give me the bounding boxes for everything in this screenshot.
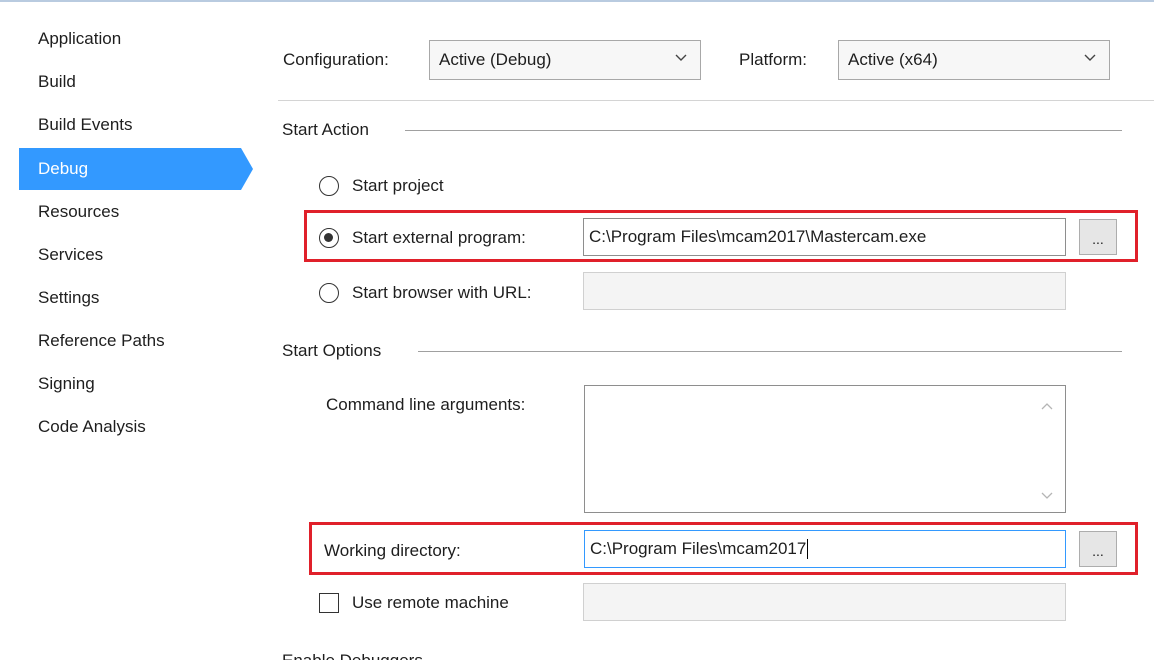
configuration-value: Active (Debug)	[439, 50, 552, 69]
start-options-header: Start Options	[282, 341, 382, 360]
remote-machine-input[interactable]	[583, 583, 1066, 621]
configuration-dropdown[interactable]: Active (Debug)	[429, 40, 701, 80]
platform-dropdown[interactable]: Active (x64)	[838, 40, 1110, 80]
platform-label: Platform:	[739, 50, 808, 69]
chevron-down-icon	[1084, 54, 1096, 61]
use-remote-machine-label[interactable]: Use remote machine	[352, 593, 509, 613]
sidebar-item-build-events[interactable]: Build Events	[19, 104, 241, 146]
header-separator	[278, 100, 1154, 101]
sidebar-item-code-analysis[interactable]: Code Analysis	[19, 406, 241, 448]
sidebar-item-application[interactable]: Application	[19, 18, 241, 60]
sidebar-item-build[interactable]: Build	[19, 61, 241, 103]
sidebar-item-signing[interactable]: Signing	[19, 363, 241, 405]
command-line-textarea[interactable]	[584, 385, 1066, 513]
highlight-box-external-program	[304, 210, 1138, 262]
command-line-label: Command line arguments:	[326, 395, 526, 414]
start-browser-label[interactable]: Start browser with URL:	[352, 283, 532, 303]
start-project-radio[interactable]	[319, 176, 339, 196]
start-action-divider	[405, 130, 1122, 131]
scroll-up-icon[interactable]	[1041, 402, 1053, 410]
enable-debuggers-header: Enable Debuggers	[282, 651, 423, 660]
sidebar-item-settings[interactable]: Settings	[19, 277, 241, 319]
sidebar-item-resources[interactable]: Resources	[19, 191, 241, 233]
top-border	[0, 0, 1154, 2]
sidebar-item-services[interactable]: Services	[19, 234, 241, 276]
sidebar-item-debug[interactable]: Debug	[19, 148, 253, 190]
start-browser-url-input[interactable]	[583, 272, 1066, 310]
highlight-box-working-directory	[309, 522, 1138, 575]
configuration-label: Configuration:	[283, 50, 389, 69]
sidebar-item-reference-paths[interactable]: Reference Paths	[19, 320, 241, 362]
start-options-divider	[418, 351, 1122, 352]
start-browser-radio[interactable]	[319, 283, 339, 303]
start-project-label[interactable]: Start project	[352, 176, 444, 196]
start-action-header: Start Action	[282, 120, 369, 139]
use-remote-machine-checkbox[interactable]	[319, 593, 339, 613]
platform-value: Active (x64)	[848, 50, 938, 69]
scroll-down-icon[interactable]	[1041, 492, 1053, 500]
chevron-down-icon	[675, 54, 687, 61]
